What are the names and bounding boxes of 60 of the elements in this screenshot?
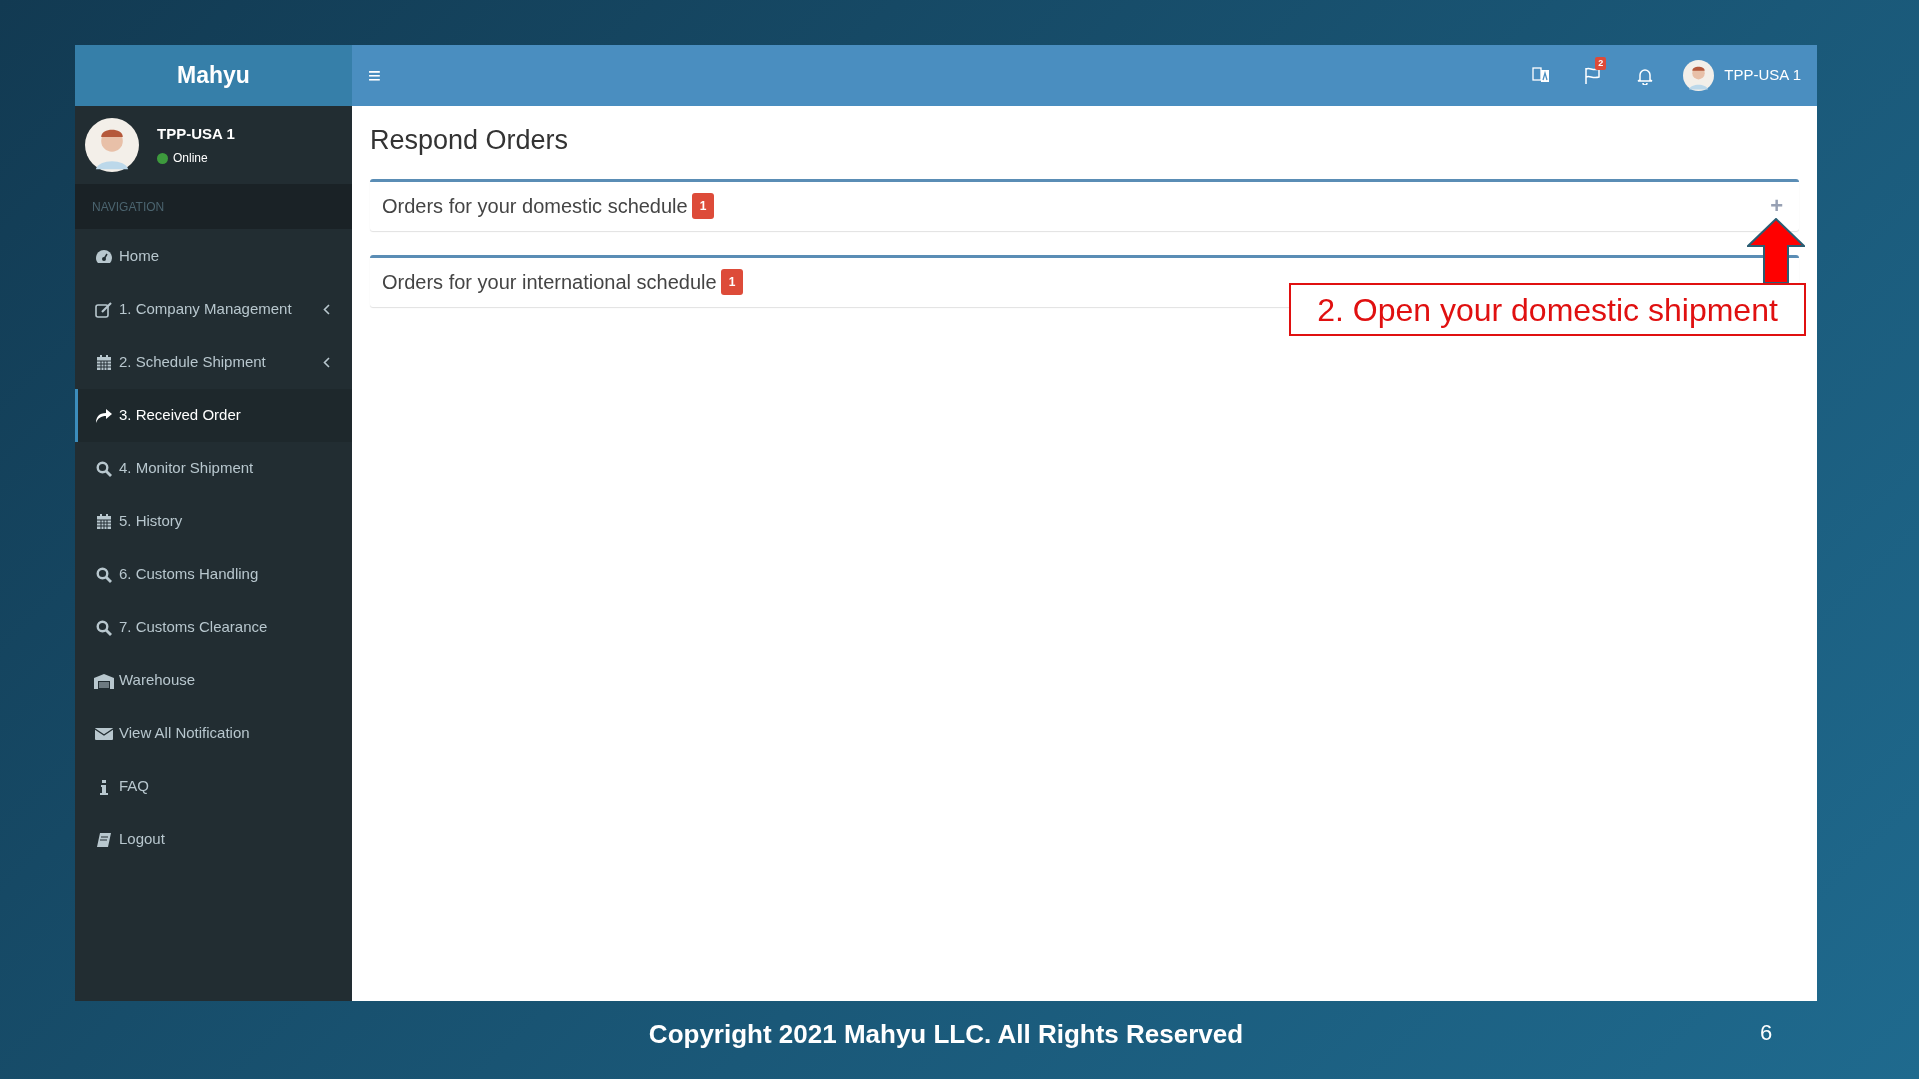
share-arrow-icon — [95, 407, 113, 424]
sidebar-item[interactable]: 3. Received Order — [75, 389, 352, 442]
sidebar-item[interactable]: Home — [75, 230, 352, 283]
sidebar-item[interactable]: Warehouse — [75, 654, 352, 707]
sidebar-item-label: 6. Customs Handling — [119, 564, 259, 585]
avatar-placeholder — [1683, 60, 1715, 91]
search-icon — [96, 566, 112, 583]
envelope-icon — [95, 726, 113, 741]
panel-title: Orders for your international schedule — [382, 270, 717, 295]
count-badge: 1 — [720, 269, 744, 295]
avatar-placeholder — [85, 118, 139, 172]
sidebar-item-label: 1. Company Management — [119, 299, 292, 320]
book-icon — [96, 831, 112, 848]
up-arrow — [1747, 218, 1805, 284]
panel-title: Orders for your domestic schedule — [382, 194, 688, 219]
sidebar-item-label: FAQ — [119, 776, 149, 797]
search-icon — [96, 460, 112, 477]
sidebar-item[interactable]: 2. Schedule Shipment — [75, 336, 352, 389]
notification-badge: 2 — [1595, 56, 1607, 70]
count-badge: 1 — [691, 193, 715, 219]
sidebar-item[interactable]: 5. History — [75, 495, 352, 548]
calendar-icon — [96, 354, 112, 371]
calendar-icon — [96, 513, 112, 530]
chevron-left-icon — [323, 357, 330, 368]
sidebar-item[interactable]: 1. Company Management — [75, 283, 352, 336]
status-text: Online — [173, 150, 208, 168]
flag-icon — [1584, 66, 1603, 85]
search-icon — [96, 619, 112, 636]
sidebar-item-label: Logout — [119, 829, 165, 850]
warehouse-icon — [93, 672, 115, 689]
sidebar-item-label: View All Notification — [119, 723, 250, 744]
sidebar-item[interactable]: 7. Customs Clearance — [75, 601, 352, 654]
info-icon — [100, 778, 108, 795]
translate-icon — [1532, 67, 1551, 84]
sidebar-item[interactable]: View All Notification — [75, 707, 352, 760]
user-menu[interactable]: TPP-USA 1 — [1683, 60, 1801, 91]
flag-button[interactable] — [1584, 66, 1603, 85]
chevron-left-icon — [323, 304, 330, 315]
nav-header: NAVIGATION — [75, 184, 352, 229]
dashboard-icon — [95, 248, 113, 265]
sidebar-item-label: 5. History — [119, 511, 183, 532]
sidebar-item[interactable]: 4. Monitor Shipment — [75, 442, 352, 495]
sidebar-item-label: Warehouse — [119, 670, 196, 691]
brand-logo: Mahyu — [75, 45, 352, 106]
sidebar-item[interactable]: Logout — [75, 813, 352, 866]
page-number: 6 — [1760, 1019, 1773, 1047]
menu-toggle[interactable]: ≡ — [368, 59, 381, 92]
copyright-text: Copyright 2021 Mahyu LLC. All Rights Reserved — [647, 1018, 1245, 1051]
sidebar-item-label: Home — [119, 246, 159, 267]
sidebar-item-label: 4. Monitor Shipment — [119, 458, 254, 479]
page-title: Respond Orders — [370, 124, 570, 157]
sidebar-item[interactable]: 6. Customs Handling — [75, 548, 352, 601]
sidebar-item-label: 7. Customs Clearance — [119, 617, 268, 638]
sidebar-item-label: 2. Schedule Shipment — [119, 352, 266, 373]
sidebar-item[interactable]: FAQ — [75, 760, 352, 813]
sidebar-item-label: 3. Received Order — [119, 405, 241, 426]
user-name: TPP-USA 1 — [157, 123, 235, 144]
annotation-callout: 2. Open your domestic shipment — [1289, 283, 1806, 336]
edit-icon — [95, 301, 113, 318]
bell-icon — [1637, 66, 1654, 85]
